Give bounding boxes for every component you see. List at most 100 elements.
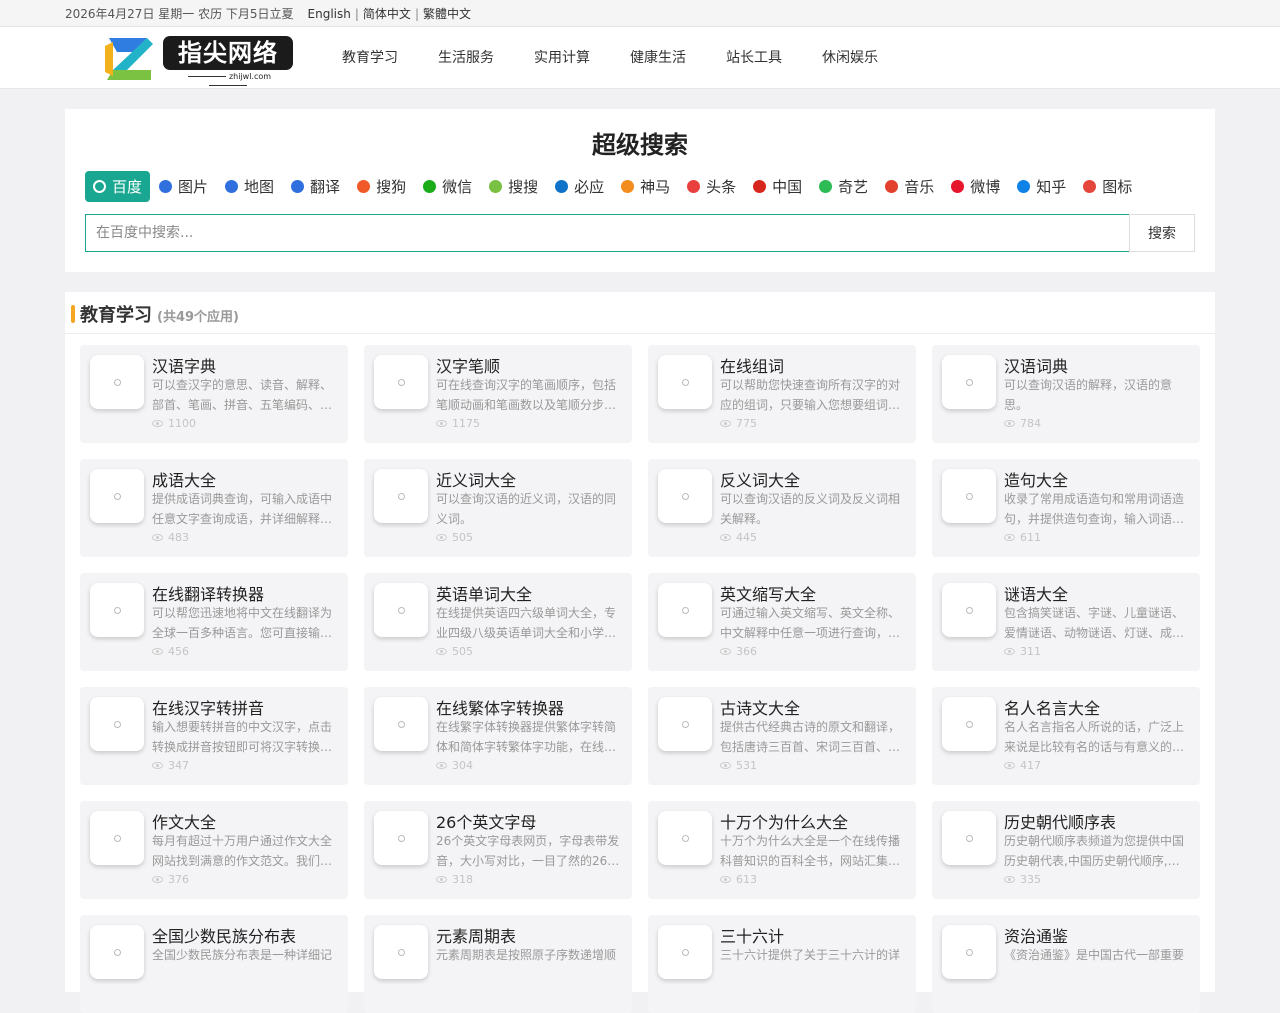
section-title: 教育学习 <box>80 305 152 326</box>
nav-health[interactable]: 健康生活 <box>630 27 686 89</box>
engine-tab[interactable]: 搜搜 <box>481 171 546 202</box>
placeholder-image-icon <box>113 606 121 614</box>
view-count: 417 <box>1020 759 1041 772</box>
app-views: 417 <box>1004 759 1041 772</box>
app-card[interactable]: 在线繁体字转换器 在线繁字体转换器提供繁体字转简体和简体字转繁体字功能，在线… 30… <box>364 687 632 785</box>
search-engine-tabs: 百度 图片 地图 翻译 搜狗 微信 搜搜 必应 神马 头条 中国 奇艺 音乐 微博 知乎 图标 <box>85 171 1141 202</box>
engine-tab[interactable]: 中国 <box>745 171 810 202</box>
app-title: 汉语字典 <box>152 357 217 376</box>
app-card[interactable]: 谜语大全 包含搞笑谜语、字谜、儿童谜语、爱情谜语、动物谜语、灯谜、成… 311 <box>932 573 1200 671</box>
app-card[interactable]: 26个英文字母 26个英文字母表网页，字母表带发音，大小写对比，一目了然的26… 3… <box>364 801 632 899</box>
app-card[interactable]: 在线翻译转换器 可以帮您迅速地将中文在线翻译为全球一百多种语言。您可直接输… 456 <box>80 573 348 671</box>
app-title: 全国少数民族分布表 <box>152 927 297 946</box>
app-description: 在线繁字体转换器提供繁体字转简体和简体字转繁体字功能，在线… <box>436 720 617 754</box>
app-title: 汉字笔顺 <box>436 357 501 376</box>
view-count: 775 <box>736 417 757 430</box>
engine-tab-label: 必应 <box>574 178 605 196</box>
app-thumbnail <box>90 355 144 409</box>
engine-tab[interactable]: 神马 <box>613 171 678 202</box>
app-description: 在线提供英语四六级单词大全，专业四级八级英语单词大全和小学… <box>436 606 617 640</box>
app-card[interactable]: 汉语字典 可以查汉字的意思、读音、解释、部首、笔画、拼音、五笔编码、… 1100 <box>80 345 348 443</box>
nav-life-services[interactable]: 生活服务 <box>438 27 494 89</box>
engine-tab[interactable]: 百度 <box>85 171 151 202</box>
app-description: 包含搞笑谜语、字谜、儿童谜语、爱情谜语、动物谜语、灯谜、成… <box>1004 606 1185 640</box>
app-views: 531 <box>720 759 757 772</box>
search-button[interactable]: 搜索 <box>1129 214 1195 252</box>
engine-tab[interactable]: 音乐 <box>877 171 942 202</box>
eye-icon <box>436 648 447 655</box>
app-card[interactable]: 英文缩写大全 可通过输入英文缩写、英文全称、中文解释中任意一项进行查询，… 366 <box>648 573 916 671</box>
app-card[interactable]: 英语单词大全 在线提供英语四六级单词大全，专业四级八级英语单词大全和小学… 505 <box>364 573 632 671</box>
nav-webmaster-tools[interactable]: 站长工具 <box>726 27 782 89</box>
engine-tab[interactable]: 翻译 <box>283 171 348 202</box>
nav-education[interactable]: 教育学习 <box>342 27 398 89</box>
engine-tab[interactable]: 微博 <box>943 171 1008 202</box>
engine-tab-label: 中国 <box>772 178 803 196</box>
app-card[interactable]: 资治通鉴 《资治通鉴》是中国古代一部重要 <box>932 915 1200 1013</box>
site-logo[interactable]: 指尖网络 zhijwl.com <box>103 32 298 86</box>
engine-tab-label: 搜狗 <box>376 178 407 196</box>
placeholder-image-icon <box>681 834 689 842</box>
app-card[interactable]: 元素周期表 元素周期表是按照原子序数递增顺 <box>364 915 632 1013</box>
app-description: 可以帮您迅速地将中文在线翻译为全球一百多种语言。您可直接输… <box>152 606 333 640</box>
nav-entertainment[interactable]: 休闲娱乐 <box>822 27 878 89</box>
engine-tab[interactable]: 奇艺 <box>811 171 876 202</box>
app-views: 775 <box>720 417 757 430</box>
app-card[interactable]: 历史朝代顺序表 历史朝代顺序表频道为您提供中国历史朝代表,中国历史朝代顺序,… 33… <box>932 801 1200 899</box>
engine-tab[interactable]: 微信 <box>415 171 480 202</box>
engine-tab[interactable]: 搜狗 <box>349 171 414 202</box>
nav-calculators[interactable]: 实用计算 <box>534 27 590 89</box>
app-thumbnail <box>658 583 712 637</box>
date-text: 2026年4月27日 星期一 农历 下月5日立夏 <box>65 7 294 21</box>
engine-tab[interactable]: 图标 <box>1075 171 1140 202</box>
engine-tab-label: 头条 <box>706 178 737 196</box>
app-card[interactable]: 名人名言大全 名人名言指名人所说的话，广泛上来说是比较有名的话与有意义的… 417 <box>932 687 1200 785</box>
eye-icon <box>152 876 163 883</box>
app-title: 英语单词大全 <box>436 585 533 604</box>
app-description: 全国少数民族分布表是一种详细记 <box>152 948 333 962</box>
music-icon <box>885 180 899 193</box>
app-card[interactable]: 造句大全 收录了常用成语造句和常用词语造句，并提供造句查询，输入词语… 611 <box>932 459 1200 557</box>
app-card[interactable]: 汉语词典 可以查询汉语的解释，汉语的意思。 784 <box>932 345 1200 443</box>
engine-tab[interactable]: 知乎 <box>1009 171 1074 202</box>
app-card[interactable]: 作文大全 每月有超过十万用户通过作文大全网站找到满意的作文范文。我们… 376 <box>80 801 348 899</box>
app-thumbnail <box>658 355 712 409</box>
engine-tab-label: 图片 <box>178 178 209 196</box>
engine-tab[interactable]: 头条 <box>679 171 744 202</box>
eye-icon <box>152 420 163 427</box>
placeholder-image-icon <box>397 948 405 956</box>
lang-simplified-link[interactable]: 简体中文 <box>363 7 411 21</box>
app-card[interactable]: 十万个为什么大全 十万个为什么大全是一个在线传播科普知识的百科全书，网站汇集… 61… <box>648 801 916 899</box>
shenma-icon <box>621 180 635 193</box>
view-count: 318 <box>452 873 473 886</box>
app-card[interactable]: 三十六计 三十六计提供了关于三十六计的详 <box>648 915 916 1013</box>
app-card[interactable]: 汉字笔顺 可在线查询汉字的笔画顺序，包括笔顺动画和笔画数以及笔顺分步… 1175 <box>364 345 632 443</box>
app-card[interactable]: 成语大全 提供成语词典查询，可输入成语中任意文字查询成语，并详细解释… 483 <box>80 459 348 557</box>
app-description: 每月有超过十万用户通过作文大全网站找到满意的作文范文。我们… <box>152 834 333 868</box>
app-title: 汉语词典 <box>1004 357 1069 376</box>
placeholder-image-icon <box>113 834 121 842</box>
placeholder-image-icon <box>113 378 121 386</box>
lang-english-link[interactable]: English <box>308 7 351 21</box>
app-card[interactable]: 全国少数民族分布表全国少数民族分布表是一种详细记 <box>80 915 348 1013</box>
eye-icon <box>436 420 447 427</box>
search-input[interactable] <box>85 214 1129 252</box>
sogou-icon <box>357 180 371 193</box>
app-thumbnail <box>942 811 996 865</box>
app-views: 304 <box>436 759 473 772</box>
main-nav: 教育学习 生活服务 实用计算 健康生活 站长工具 休闲娱乐 <box>342 27 918 89</box>
app-description: 提供成语词典查询，可输入成语中任意文字查询成语，并详细解释… <box>152 492 333 526</box>
app-card[interactable]: 近义词大全 可以查询汉语的近义词，汉语的同义词。 505 <box>364 459 632 557</box>
lang-traditional-link[interactable]: 繁體中文 <box>423 7 471 21</box>
engine-tab[interactable]: 图片 <box>151 171 216 202</box>
app-card[interactable]: 反义词大全 可以查询汉语的反义词及反义词相关解释。 445 <box>648 459 916 557</box>
engine-tab[interactable]: 必应 <box>547 171 612 202</box>
eye-icon <box>720 762 731 769</box>
view-count: 531 <box>736 759 757 772</box>
engine-tab[interactable]: 地图 <box>217 171 282 202</box>
app-card[interactable]: 古诗文大全 提供古代经典古诗的原文和翻译，包括唐诗三百首、宋词三百首、… 531 <box>648 687 916 785</box>
engine-tab-label: 知乎 <box>1036 178 1067 196</box>
baidu-paw-icon <box>291 180 305 193</box>
app-card[interactable]: 在线汉字转拼音 输入想要转拼音的中文汉字，点击转换成拼音按钮即可将汉字转换… 347 <box>80 687 348 785</box>
app-card[interactable]: 在线组词 可以帮助您快速查询所有汉字的对应的组词，只要输入您想要组词… 775 <box>648 345 916 443</box>
